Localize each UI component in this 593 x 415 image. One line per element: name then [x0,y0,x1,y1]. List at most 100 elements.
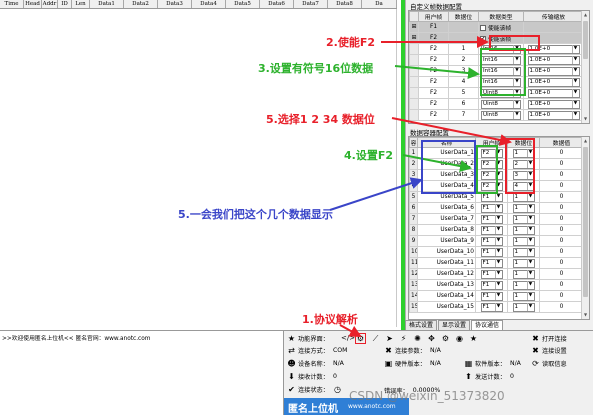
frame-col-header[interactable]: Data5 [226,0,260,8]
chevron-down-icon[interactable]: ▼ [571,56,579,64]
chevron-down-icon[interactable]: ▼ [494,292,502,300]
chevron-down-icon[interactable]: ▼ [513,111,520,119]
row-expander[interactable] [409,54,419,66]
container-name-cell[interactable]: UserData_12 [417,268,476,280]
scroll-down-icon[interactable]: ▼ [582,311,589,319]
chevron-down-icon[interactable]: ▼ [494,281,502,289]
arrows-icon[interactable]: ✥ [427,334,436,343]
frame-col-header[interactable]: Data2 [124,0,158,8]
frame-select[interactable]: F1 ▼ [480,247,503,257]
chart-line-icon[interactable]: ⟋ [371,334,380,343]
data-type-select[interactable]: Uint8 ▼ [481,110,521,120]
gear-icon[interactable]: ⚙ [441,334,450,343]
container-frame-cell[interactable]: F1 ▼ [475,290,508,302]
bit-select[interactable]: 1 ▼ [512,269,535,279]
scale-select[interactable]: 1.0E+0 ▼ [527,66,580,76]
chevron-down-icon[interactable]: ▼ [526,259,534,267]
chevron-down-icon[interactable]: ▼ [494,237,502,245]
table-row[interactable]: 10UserData_10F1▼1▼0 [409,246,584,258]
custom-frame-scrollbar[interactable]: ▲ ▼ [581,11,589,123]
cf-col-header[interactable]: 传输缩放 [523,11,584,22]
container-scrollbar[interactable]: ▲ ▼ [581,137,589,319]
frame-col-header[interactable]: Head [24,0,42,8]
frame-col-header[interactable]: Data7 [294,0,328,8]
bit-select[interactable]: 1 ▼ [512,258,535,268]
frame-col-header[interactable]: Data4 [192,0,226,8]
connection-settings-button[interactable]: ✖ 连接设置 [531,346,567,355]
container-name-cell[interactable]: UserData_8 [417,224,476,236]
frame-select[interactable]: F1 ▼ [480,214,503,224]
cf-col-header[interactable] [409,11,419,22]
chevron-down-icon[interactable]: ▼ [494,248,502,256]
scale-select[interactable]: 1.0E+0 ▼ [527,77,580,87]
table-row[interactable]: 14UserData_14F1▼1▼0 [409,290,584,302]
chevron-down-icon[interactable]: ▼ [571,100,579,108]
chevron-down-icon[interactable]: ▼ [526,204,534,212]
chevron-down-icon[interactable]: ▼ [494,215,502,223]
scale-select[interactable]: 1.0E+0 ▼ [527,110,580,120]
cf-col-header[interactable]: 数据类型 [478,11,524,22]
chevron-down-icon[interactable]: ▼ [494,259,502,267]
frame-col-header[interactable]: Data1 [90,0,124,8]
container-frame-cell[interactable]: F1 ▼ [475,257,508,269]
container-frame-cell[interactable]: F1 ▼ [475,268,508,280]
table-row[interactable]: F2 7 Uint8 ▼ 1.0E+0 ▼ [409,109,584,121]
enable-frame-checkbox[interactable]: ✔ [480,36,486,42]
frame-select[interactable]: F1 ▼ [480,302,503,312]
table-row[interactable]: 9 UserData_9 F1 ▼ 1 ▼ 0 [409,235,584,247]
cf-type-cell[interactable]: 使能该帧 [478,21,524,33]
table-row[interactable]: 6 UserData_6 F1 ▼ 1 ▼ 0 [409,202,584,214]
container-bit-cell[interactable]: 1 ▼ [507,246,540,258]
container-col-header[interactable]: 数据值 [539,137,584,148]
data-type-select[interactable]: Uint8 ▼ [481,99,521,109]
table-row[interactable]: 7 UserData_7 F1 ▼ 1 ▼ 0 [409,213,584,225]
scroll-thumb[interactable] [583,21,588,59]
read-info-button[interactable]: ⟳ 读取信息 [531,359,567,368]
chevron-down-icon[interactable]: ▼ [526,248,534,256]
container-bit-cell[interactable]: 1 ▼ [507,224,540,236]
protocol-tree-icon[interactable]: ⚙ [355,333,366,344]
table-row[interactable]: 12UserData_12F1▼1▼0 [409,268,584,280]
container-bit-cell[interactable]: 1 ▼ [507,290,540,302]
container-bit-cell[interactable]: 1 ▼ [507,202,540,214]
container-bit-cell[interactable]: 1 ▼ [507,235,540,247]
scroll-down-icon[interactable]: ▼ [582,115,589,123]
frame-col-header[interactable]: Da [362,0,397,8]
container-name-cell[interactable]: UserData_6 [417,202,476,214]
container-frame-cell[interactable]: F1 ▼ [475,224,508,236]
chevron-down-icon[interactable]: ▼ [494,303,502,311]
table-row[interactable]: 13UserData_13F1▼1▼0 [409,279,584,291]
cf-scale-cell[interactable]: 1.0E+0 ▼ [523,76,584,88]
scroll-up-icon[interactable]: ▲ [582,11,589,19]
container-frame-cell[interactable]: F1 ▼ [475,235,508,247]
favorite-icon[interactable]: ★ [469,334,478,343]
cf-scale-cell[interactable] [523,21,584,33]
tab-2[interactable]: 显示设置 [438,320,471,330]
container-frame-cell[interactable]: F1 ▼ [475,279,508,291]
bit-select[interactable]: 1 ▼ [512,214,535,224]
row-expander[interactable] [409,43,419,55]
frame-select[interactable]: F1 ▼ [480,203,503,213]
chevron-down-icon[interactable]: ▼ [494,193,502,201]
chevron-down-icon[interactable]: ▼ [526,226,534,234]
chevron-down-icon[interactable]: ▼ [526,281,534,289]
frame-select[interactable]: F1 ▼ [480,258,503,268]
row-expander[interactable] [409,109,419,121]
cf-scale-cell[interactable]: 1.0E+0 ▼ [523,54,584,66]
table-row[interactable]: 15UserData_15F1▼1▼0 [409,301,584,313]
sun-icon[interactable]: ✺ [413,334,422,343]
chevron-down-icon[interactable]: ▼ [513,100,520,108]
frame-col-header[interactable]: Data8 [328,0,362,8]
container-bit-cell[interactable]: 1 ▼ [507,279,540,291]
container-frame-cell[interactable]: F1 ▼ [475,202,508,214]
chevron-down-icon[interactable]: ▼ [571,78,579,86]
row-expander[interactable] [409,87,419,99]
chevron-down-icon[interactable]: ▼ [571,45,579,53]
frame-select[interactable]: F1 ▼ [480,269,503,279]
bit-select[interactable]: 1 ▼ [512,291,535,301]
container-name-cell[interactable]: UserData_10 [417,246,476,258]
frame-select[interactable]: F1 ▼ [480,291,503,301]
container-name-cell[interactable]: UserData_9 [417,235,476,247]
container-bit-cell[interactable]: 1 ▼ [507,213,540,225]
tab-1[interactable]: 格式设置 [405,320,438,330]
